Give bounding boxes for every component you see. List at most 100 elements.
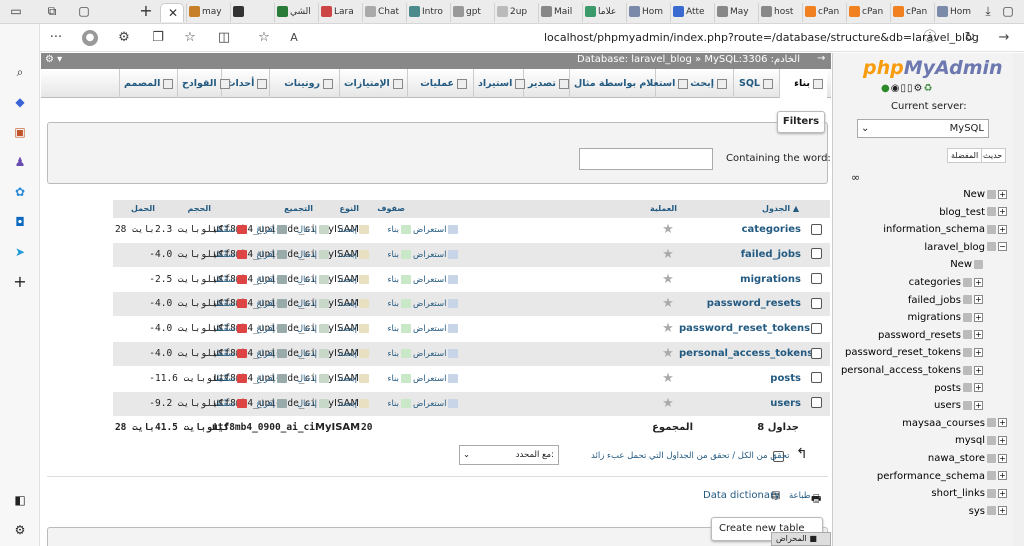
profile-avatar-icon[interactable]: ● <box>82 30 98 46</box>
favorite-star-icon[interactable]: ★ <box>657 243 679 267</box>
favorite-star-icon[interactable]: ★ <box>657 367 679 391</box>
menu-tab-4[interactable]: تصدير <box>523 69 569 98</box>
nav-tree-item[interactable]: migrations + <box>908 309 983 326</box>
row-action-browse[interactable]: استعراض <box>413 317 459 341</box>
workspaces-icon[interactable]: ⧉ <box>44 3 60 19</box>
row-action-browse[interactable]: استعراض <box>413 342 459 366</box>
browser-tab[interactable]: may <box>186 3 230 22</box>
browser-tab[interactable] <box>230 3 274 22</box>
row-action-browse[interactable]: استعراض <box>413 392 459 416</box>
nav-tree-item[interactable]: posts + <box>934 380 983 397</box>
row-action-empty[interactable]: إفراغ <box>243 292 287 316</box>
row-action-insert[interactable]: إدخال <box>285 367 329 391</box>
filter-input[interactable] <box>579 148 713 170</box>
row-action-search[interactable]: إبحث <box>325 392 369 416</box>
favorite-star-icon[interactable]: ★ <box>657 392 679 416</box>
header-rows[interactable]: صفوف <box>363 200 409 218</box>
row-table-name[interactable]: password_resets <box>679 292 801 316</box>
row-action-drop[interactable]: سقّط <box>203 243 247 267</box>
nav-tree-item[interactable]: users + <box>934 397 983 414</box>
row-action-empty[interactable]: إفراغ <box>243 218 287 242</box>
favorite-star-icon[interactable]: ★ <box>657 268 679 292</box>
telegram-icon[interactable]: ➤ <box>12 244 28 260</box>
expand-icon[interactable]: + <box>998 207 1007 217</box>
browser-tab[interactable]: Lara <box>318 3 362 22</box>
row-action-search[interactable]: إبحث <box>325 268 369 292</box>
menu-tab-10[interactable]: القوادح <box>177 69 230 98</box>
browser-tab[interactable]: cPan <box>846 3 890 22</box>
row-action-structure[interactable]: بناء <box>367 392 411 416</box>
settings-icon[interactable]: ⚙ <box>914 83 924 94</box>
row-action-structure[interactable]: بناء <box>367 243 411 267</box>
row-action-insert[interactable]: إدخال <box>285 218 329 242</box>
print-icon[interactable]: 🖶 <box>811 490 821 509</box>
browser-tab[interactable]: Intro <box>406 3 450 22</box>
row-action-insert[interactable]: إدخال <box>285 392 329 416</box>
nav-tree-item[interactable]: categories + <box>909 274 983 291</box>
expand-icon[interactable]: + <box>974 312 983 322</box>
minimize-icon[interactable]: ▢ <box>1000 3 1016 19</box>
tools-icon[interactable]: ▣ <box>12 124 28 140</box>
recent-tab[interactable]: حديث <box>979 148 1007 163</box>
nav-tree-item[interactable]: sys + <box>969 503 1007 520</box>
row-action-empty[interactable]: إفراغ <box>243 367 287 391</box>
expand-icon[interactable]: + <box>998 189 1007 199</box>
menu-tab-5[interactable]: استيراد <box>473 69 526 98</box>
copilot-icon[interactable]: ✿ <box>12 184 28 200</box>
favorite-star-icon[interactable]: ★ <box>657 292 679 316</box>
menu-tab-11[interactable]: المصمم <box>119 69 175 98</box>
server-select[interactable]: ⌄ MySQL <box>857 119 989 138</box>
nav-tree-item[interactable]: New <box>950 256 983 273</box>
favorite-star-icon[interactable]: ★ <box>657 342 679 366</box>
console-bar[interactable]: المحراض ■ <box>771 532 831 546</box>
extensions-icon[interactable]: ⚙ <box>116 30 132 46</box>
row-checkbox[interactable] <box>805 392 827 416</box>
header-table[interactable]: الجدول ▲ <box>681 200 803 218</box>
breadcrumb[interactable]: Database: laravel_blog » MySQL:3306 :الخ… <box>577 54 800 65</box>
gear-icon[interactable]: ⚙ ▾ <box>45 54 62 65</box>
row-action-browse[interactable]: استعراض <box>413 268 459 292</box>
row-table-name[interactable]: password_reset_tokens <box>679 317 810 341</box>
favorite-star-icon[interactable]: ★ <box>657 218 679 242</box>
site-info-icon[interactable]: ⓘ <box>922 30 938 46</box>
favorites-icon[interactable]: ☆ <box>182 30 198 46</box>
download-icon[interactable]: ⤓ <box>980 3 996 19</box>
window-menu-icon[interactable]: ▭ <box>8 3 24 19</box>
collapse-icon[interactable]: − <box>998 242 1007 252</box>
search-icon[interactable]: ⌕ <box>12 64 28 80</box>
nav-tree-item[interactable]: mysql + <box>955 432 1007 449</box>
header-size[interactable]: الحجم <box>158 200 215 218</box>
row-action-structure[interactable]: بناء <box>367 317 411 341</box>
expand-icon[interactable]: → <box>817 53 825 64</box>
phpmyadmin-logo[interactable]: phpMyAdmin <box>863 57 1003 79</box>
outlook-icon[interactable]: ◘ <box>12 214 28 230</box>
settings-icon[interactable]: ⚙ <box>12 522 28 538</box>
expand-icon[interactable]: + <box>974 383 983 393</box>
data-dictionary-link[interactable]: Data dictionary <box>703 490 780 501</box>
browser-tab[interactable]: علاما <box>582 3 626 22</box>
row-action-empty[interactable]: إفراغ <box>243 342 287 366</box>
row-checkbox[interactable] <box>805 218 827 242</box>
browser-tab[interactable]: May <box>714 3 758 22</box>
split-screen-icon[interactable]: ◫ <box>216 30 232 46</box>
row-checkbox[interactable] <box>805 342 827 366</box>
more-icon[interactable]: ··· <box>48 30 64 46</box>
home-icon[interactable]: ● <box>881 83 891 94</box>
row-action-insert[interactable]: إدخال <box>285 317 329 341</box>
menu-tab-0[interactable]: بناء <box>779 69 827 98</box>
expand-icon[interactable]: + <box>974 295 983 305</box>
row-action-insert[interactable]: إدخال <box>285 243 329 267</box>
row-action-structure[interactable]: بناء <box>367 367 411 391</box>
expand-icon[interactable]: + <box>974 330 983 340</box>
row-action-search[interactable]: إبحث <box>325 292 369 316</box>
row-table-name[interactable]: failed_jobs <box>679 243 801 267</box>
row-action-insert[interactable]: إدخال <box>285 342 329 366</box>
read-aloud-icon[interactable]: A <box>286 30 302 46</box>
row-action-insert[interactable]: إدخال <box>285 268 329 292</box>
expand-icon[interactable]: + <box>974 365 983 375</box>
browser-tab[interactable]: Atte <box>670 3 714 22</box>
row-action-browse[interactable]: استعراض <box>413 292 459 316</box>
browser-tab[interactable]: cPan <box>890 3 934 22</box>
browser-tab[interactable]: gpt <box>450 3 494 22</box>
expand-icon[interactable]: + <box>974 277 983 287</box>
